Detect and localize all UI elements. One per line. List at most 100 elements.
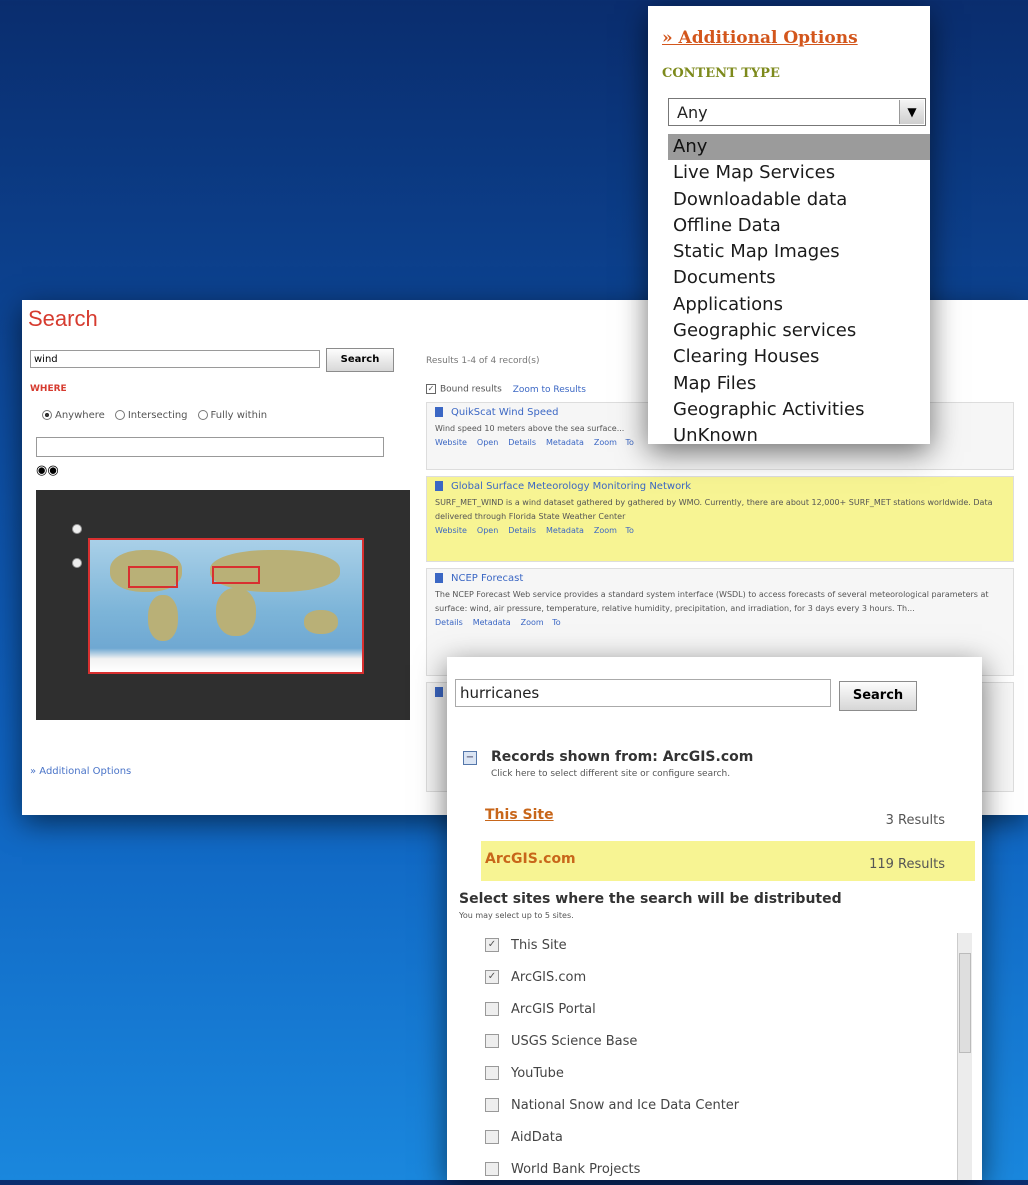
search-button[interactable]: Search xyxy=(326,348,394,372)
south-america-shape xyxy=(148,595,178,641)
distributed-search-input[interactable]: hurricanes xyxy=(455,679,831,707)
site-result-row[interactable]: ArcGIS.com 119 Results xyxy=(481,841,975,881)
site-list-scrollbar[interactable] xyxy=(957,933,972,1180)
checkbox-checked[interactable]: ✓ xyxy=(485,938,499,952)
zoom-to-link[interactable]: Zoom To xyxy=(521,618,561,627)
chevron-down-icon[interactable]: ▼ xyxy=(899,100,924,124)
result-links: Details Metadata Zoom To xyxy=(435,618,1005,627)
spatial-filter-radios: Anywhere Intersecting Fully within xyxy=(42,410,267,421)
where-label: WHERE xyxy=(30,384,67,394)
zoom-to-results-link[interactable]: Zoom to Results xyxy=(513,385,586,395)
open-link[interactable]: Open xyxy=(477,438,498,447)
site-result-count: 3 Results xyxy=(885,813,945,828)
site-result-row[interactable]: This Site 3 Results xyxy=(481,797,975,837)
search-input[interactable]: wind xyxy=(30,350,320,368)
radio-intersecting[interactable]: Intersecting xyxy=(114,410,188,421)
site-checkbox-list: ✓ This Site ✓ ArcGIS.com ArcGIS Portal USG… xyxy=(485,929,955,1185)
site-option[interactable]: National Snow and Ice Data Center xyxy=(485,1089,955,1121)
result-title-link[interactable]: Global Surface Meteorology Monitoring Ne… xyxy=(451,481,691,492)
checkbox-unchecked[interactable] xyxy=(485,1066,499,1080)
open-link[interactable]: Open xyxy=(477,526,498,535)
checkbox-unchecked[interactable] xyxy=(485,1162,499,1176)
checkbox-unchecked[interactable] xyxy=(485,1130,499,1144)
distributed-search-panel: hurricanes Search − Records shown from: … xyxy=(447,657,982,1180)
details-link[interactable]: Details xyxy=(435,618,463,627)
details-link[interactable]: Details xyxy=(508,526,536,535)
option-any[interactable]: Any xyxy=(668,134,930,161)
results-summary: Results 1-4 of 4 record(s) xyxy=(426,356,540,366)
checkbox-unchecked[interactable] xyxy=(485,1098,499,1112)
option-geographic-activities[interactable]: Geographic Activities xyxy=(668,397,930,423)
checkbox-unchecked[interactable] xyxy=(485,1034,499,1048)
result-extent-box[interactable] xyxy=(128,566,178,588)
place-search-input[interactable] xyxy=(36,437,384,457)
option-offline-data[interactable]: Offline Data xyxy=(668,213,930,239)
metadata-link[interactable]: Metadata xyxy=(546,438,584,447)
binoculars-icon[interactable]: ◉◉ xyxy=(36,462,59,480)
option-map-files[interactable]: Map Files xyxy=(668,371,930,397)
option-live-map-services[interactable]: Live Map Services xyxy=(668,160,930,186)
radio-fully-within[interactable]: Fully within xyxy=(197,410,267,421)
content-type-options: Any Live Map Services Downloadable data … xyxy=(668,134,930,450)
site-result-count: 119 Results xyxy=(869,857,945,872)
option-documents[interactable]: Documents xyxy=(668,265,930,291)
zoom-to-link[interactable]: Zoom To xyxy=(594,438,634,447)
option-applications[interactable]: Applications xyxy=(668,292,930,318)
additional-options-title[interactable]: » Additional Options xyxy=(662,28,858,48)
checkbox-unchecked[interactable] xyxy=(485,1002,499,1016)
map-viewer[interactable] xyxy=(36,490,410,720)
result-item: Global Surface Meteorology Monitoring Ne… xyxy=(426,476,1014,562)
radio-anywhere[interactable]: Anywhere xyxy=(42,410,105,421)
site-option[interactable]: USGS Science Base xyxy=(485,1025,955,1057)
option-static-map-images[interactable]: Static Map Images xyxy=(668,239,930,265)
metadata-link[interactable]: Metadata xyxy=(546,526,584,535)
radio-icon xyxy=(197,410,208,420)
website-link[interactable]: Website xyxy=(435,526,467,535)
additional-options-link[interactable]: » Additional Options xyxy=(30,766,131,777)
content-type-select[interactable]: Any ▼ xyxy=(668,98,926,126)
site-option[interactable]: AidData xyxy=(485,1121,955,1153)
select-sites-heading: Select sites where the search will be di… xyxy=(459,891,842,907)
world-map[interactable] xyxy=(88,538,364,674)
site-option[interactable]: ArcGIS Portal xyxy=(485,993,955,1025)
scrollbar-thumb[interactable] xyxy=(959,953,971,1053)
radio-icon xyxy=(42,410,52,420)
result-links: Website Open Details Metadata Zoom To xyxy=(435,526,1005,535)
distributed-search-button[interactable]: Search xyxy=(839,681,917,711)
site-option[interactable]: ✓ ArcGIS.com xyxy=(485,961,955,993)
bound-results-row: ✓ Bound results Zoom to Results xyxy=(426,384,586,395)
result-description: SURF_MET_WIND is a wind dataset gathered… xyxy=(435,498,993,521)
additional-options-panel: » Additional Options CONTENT TYPE Any ▼ … xyxy=(648,6,930,446)
metadata-link[interactable]: Metadata xyxy=(473,618,511,627)
page-title: Search xyxy=(28,306,98,331)
site-name-link[interactable]: This Site xyxy=(485,807,554,823)
result-title-link[interactable]: NCEP Forecast xyxy=(451,573,523,584)
result-extent-box[interactable] xyxy=(212,566,260,584)
records-source-title: Records shown from: ArcGIS.com xyxy=(491,749,754,765)
result-title-link[interactable]: QuikScat Wind Speed xyxy=(451,407,559,418)
site-name-link[interactable]: ArcGIS.com xyxy=(485,851,576,867)
records-source-hint: Click here to select different site or c… xyxy=(491,769,731,779)
africa-shape xyxy=(216,588,256,636)
document-icon xyxy=(435,407,443,417)
option-downloadable-data[interactable]: Downloadable data xyxy=(668,187,930,213)
zoom-out-icon[interactable] xyxy=(72,558,82,568)
zoom-in-icon[interactable] xyxy=(72,524,82,534)
collapse-icon[interactable]: − xyxy=(463,751,477,765)
option-geographic-services[interactable]: Geographic services xyxy=(668,318,930,344)
document-icon xyxy=(435,687,443,697)
option-unknown[interactable]: UnKnown xyxy=(668,423,930,449)
select-sites-hint: You may select up to 5 sites. xyxy=(459,911,574,920)
radio-icon xyxy=(114,410,125,420)
bound-results-checkbox[interactable]: ✓ xyxy=(426,384,436,394)
option-clearing-houses[interactable]: Clearing Houses xyxy=(668,344,930,370)
site-option[interactable]: World Bank Projects xyxy=(485,1153,955,1185)
checkbox-checked[interactable]: ✓ xyxy=(485,970,499,984)
details-link[interactable]: Details xyxy=(508,438,536,447)
result-description: The NCEP Forecast Web service provides a… xyxy=(435,590,989,613)
content-type-value: Any xyxy=(677,103,708,122)
zoom-to-link[interactable]: Zoom To xyxy=(594,526,634,535)
site-option[interactable]: YouTube xyxy=(485,1057,955,1089)
site-option[interactable]: ✓ This Site xyxy=(485,929,955,961)
website-link[interactable]: Website xyxy=(435,438,467,447)
